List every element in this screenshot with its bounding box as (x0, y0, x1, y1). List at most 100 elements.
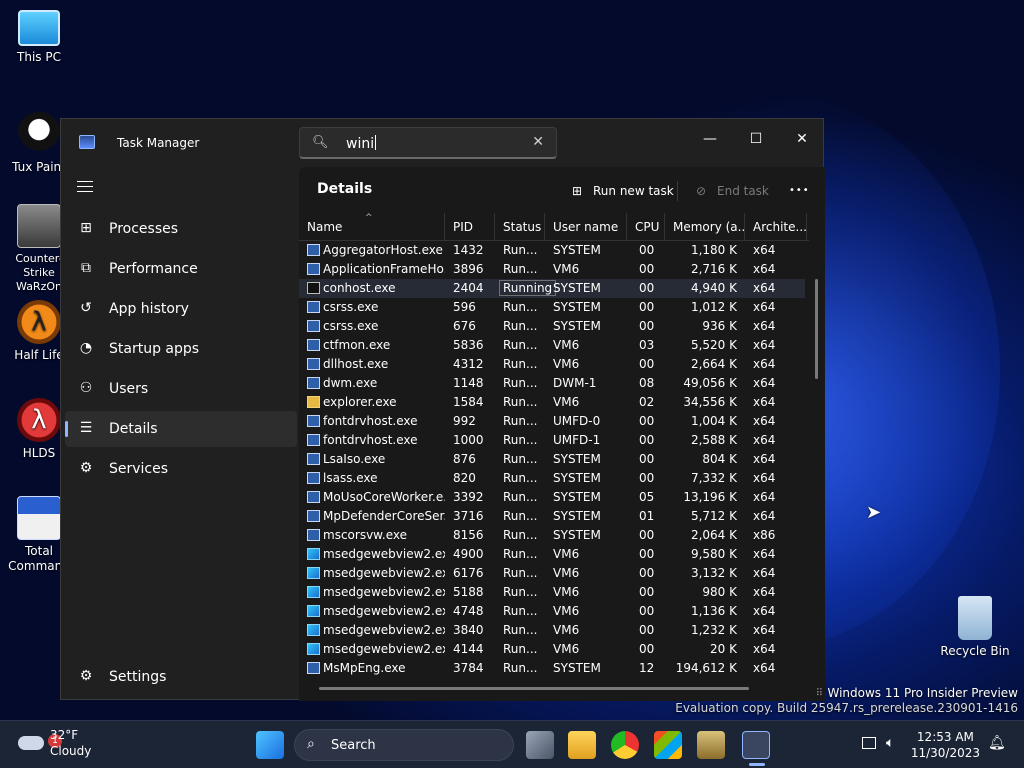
column-header-name[interactable]: ^ Name (299, 213, 445, 241)
cell-status: Run... (503, 585, 538, 599)
more-options-button[interactable]: ••• (789, 179, 810, 203)
close-button[interactable]: ✕ (779, 125, 825, 153)
app-window-icon (307, 339, 320, 351)
task-view-icon[interactable] (526, 731, 554, 759)
cell-pid: 5188 (453, 585, 484, 599)
table-row[interactable]: dllhost.exe 4312 Run... VM6 00 2,664 K x64 (299, 355, 805, 374)
desktop-icon-this-pc[interactable]: This PC (0, 10, 78, 64)
column-header-pid[interactable]: PID (445, 213, 495, 241)
startup-icon: ◔ (79, 340, 93, 356)
search-box[interactable]: 🔍︎ wini ✕ (299, 127, 557, 159)
total-commander-taskbar-icon[interactable] (697, 731, 725, 759)
table-row[interactable]: ctfmon.exe 5836 Run... VM6 03 5,520 K x64 (299, 336, 805, 355)
cell-arch: x64 (753, 585, 776, 599)
hamburger-menu-icon[interactable] (77, 181, 93, 196)
process-name: LsaIso.exe (323, 452, 386, 466)
console-icon (307, 282, 320, 294)
table-row[interactable]: lsass.exe 820 Run... SYSTEM 00 7,332 K x64 (299, 469, 805, 488)
cell-cpu: 01 (639, 509, 655, 523)
clear-search-icon[interactable]: ✕ (532, 134, 544, 150)
table-row[interactable]: dwm.exe 1148 Run... DWM-1 08 49,056 K x64 (299, 374, 805, 393)
column-header-architecture[interactable]: Archite... (745, 213, 807, 241)
start-button-windows-icon[interactable] (256, 731, 284, 759)
search-input[interactable]: wini (346, 135, 377, 152)
table-row[interactable]: msedgewebview2.exe 4900 Run... VM6 00 9,580 K… (299, 545, 805, 564)
desktop-icon-label: This PC (17, 50, 61, 64)
taskbar-search[interactable]: ⌕ Search (294, 729, 514, 761)
sidebar-item-services[interactable]: ⚙ Services (65, 451, 297, 487)
cell-mem: 20 K (710, 642, 737, 656)
process-name: csrss.exe (323, 319, 379, 333)
horizontal-scrollbar[interactable] (319, 687, 749, 690)
task-manager-taskbar-icon[interactable] (742, 731, 770, 759)
table-row[interactable]: LsaIso.exe 876 Run... SYSTEM 00 804 K x64 (299, 450, 805, 469)
vertical-scrollbar[interactable] (815, 279, 818, 379)
app-window-icon (307, 529, 320, 541)
title-bar[interactable]: Task Manager 🔍︎ wini ✕ — ☐ ✕ (61, 119, 825, 167)
chrome-icon[interactable] (611, 731, 639, 759)
table-row[interactable]: AggregatorHost.exe 1432 Run... SYSTEM 00 1,18… (299, 241, 805, 260)
run-new-task-button[interactable]: ⊞ Run new task (569, 179, 674, 203)
sidebar-item-processes[interactable]: ⊞ Processes (65, 211, 297, 247)
edge-webview-icon (307, 567, 320, 579)
cell-pid: 676 (453, 319, 476, 333)
sidebar-item-performance[interactable]: ⧉ Performance (65, 251, 297, 287)
table-row[interactable]: msedgewebview2.exe 4144 Run... VM6 00 20 K x64 (299, 640, 805, 659)
cell-pid: 876 (453, 452, 476, 466)
process-name: csrss.exe (323, 300, 379, 314)
sort-ascending-icon: ^ (365, 213, 373, 223)
weather-temp: 32°F (50, 728, 79, 742)
table-row[interactable]: msedgewebview2.exe 3840 Run... VM6 00 1,232 K… (299, 621, 805, 640)
table-row[interactable]: ApplicationFrameHo... 3896 Run... VM6 00 2,71… (299, 260, 805, 279)
sidebar-item-details[interactable]: ☰ Details (65, 411, 297, 447)
cell-arch: x64 (753, 357, 776, 371)
table-row[interactable]: csrss.exe 596 Run... SYSTEM 00 1,012 K x64 (299, 298, 805, 317)
users-icon: ⚇ (79, 380, 93, 396)
cell-pid: 992 (453, 414, 476, 428)
cell-arch: x64 (753, 281, 776, 295)
network-icon[interactable] (862, 737, 876, 749)
minimize-button[interactable]: — (687, 125, 733, 153)
cell-cpu: 03 (639, 338, 655, 352)
column-header-memory[interactable]: Memory (a... (665, 213, 745, 241)
app-window-icon (307, 434, 320, 446)
process-name: msedgewebview2.exe (323, 566, 445, 580)
desktop-icon-recycle-bin[interactable]: Recycle Bin (936, 596, 1014, 658)
sidebar-item-startup-apps[interactable]: ◔ Startup apps (65, 331, 297, 367)
table-row[interactable]: msedgewebview2.exe 4748 Run... VM6 00 1,136 K… (299, 602, 805, 621)
table-row[interactable]: MsMpEng.exe 3784 Run... SYSTEM 12 194,612 K x6… (299, 659, 805, 678)
cell-user: VM6 (553, 623, 580, 637)
settings-gear-icon: ⚙ (79, 668, 93, 684)
system-clock[interactable]: 12:53 AM 11/30/2023 (911, 729, 980, 761)
cell-pid: 2404 (453, 281, 484, 295)
table-row[interactable]: conhost.exe 2404 Running SYSTEM 00 4,940 K x64 (299, 279, 805, 298)
sidebar-item-label: Details (109, 421, 158, 437)
column-header-user-name[interactable]: User name (545, 213, 627, 241)
process-name: explorer.exe (323, 395, 397, 409)
end-task-button[interactable]: ⊘ End task (693, 179, 769, 203)
table-row[interactable]: mscorsvw.exe 8156 Run... SYSTEM 00 2,064 K x86 (299, 526, 805, 545)
table-row[interactable]: csrss.exe 676 Run... SYSTEM 00 936 K x64 (299, 317, 805, 336)
table-row[interactable]: msedgewebview2.exe 6176 Run... VM6 00 3,132 K… (299, 564, 805, 583)
table-row[interactable]: msedgewebview2.exe 5188 Run... VM6 00 980 K x6… (299, 583, 805, 602)
table-row[interactable]: MpDefenderCoreSer... 3716 Run... SYSTEM 01 5,… (299, 507, 805, 526)
sidebar-item-app-history[interactable]: ↺ App history (65, 291, 297, 327)
sidebar-item-settings[interactable]: ⚙ Settings (65, 659, 297, 695)
file-explorer-icon[interactable] (568, 731, 596, 759)
maximize-button[interactable]: ☐ (733, 125, 779, 153)
app-window-icon (307, 377, 320, 389)
microsoft-store-icon[interactable] (654, 731, 682, 759)
table-row[interactable]: fontdrvhost.exe 992 Run... UMFD-0 00 1,004 K x… (299, 412, 805, 431)
volume-icon[interactable]: 🔈︎ (886, 735, 894, 751)
cell-pid: 4144 (453, 642, 484, 656)
notification-bell-icon[interactable]: 🔔︎ (988, 735, 1006, 751)
table-row[interactable]: MoUsoCoreWorker.e... 3392 Run... SYSTEM 05 13… (299, 488, 805, 507)
table-row[interactable]: explorer.exe 1584 Run... VM6 02 34,556 K x64 (299, 393, 805, 412)
cell-pid: 6176 (453, 566, 484, 580)
table-row[interactable]: fontdrvhost.exe 1000 Run... UMFD-1 00 2,588 K… (299, 431, 805, 450)
column-header-status[interactable]: Status (495, 213, 545, 241)
column-header-cpu[interactable]: CPU (627, 213, 665, 241)
sidebar-item-users[interactable]: ⚇ Users (65, 371, 297, 407)
resize-grip-icon[interactable]: ⠿ (816, 688, 823, 699)
cell-arch: x64 (753, 471, 776, 485)
